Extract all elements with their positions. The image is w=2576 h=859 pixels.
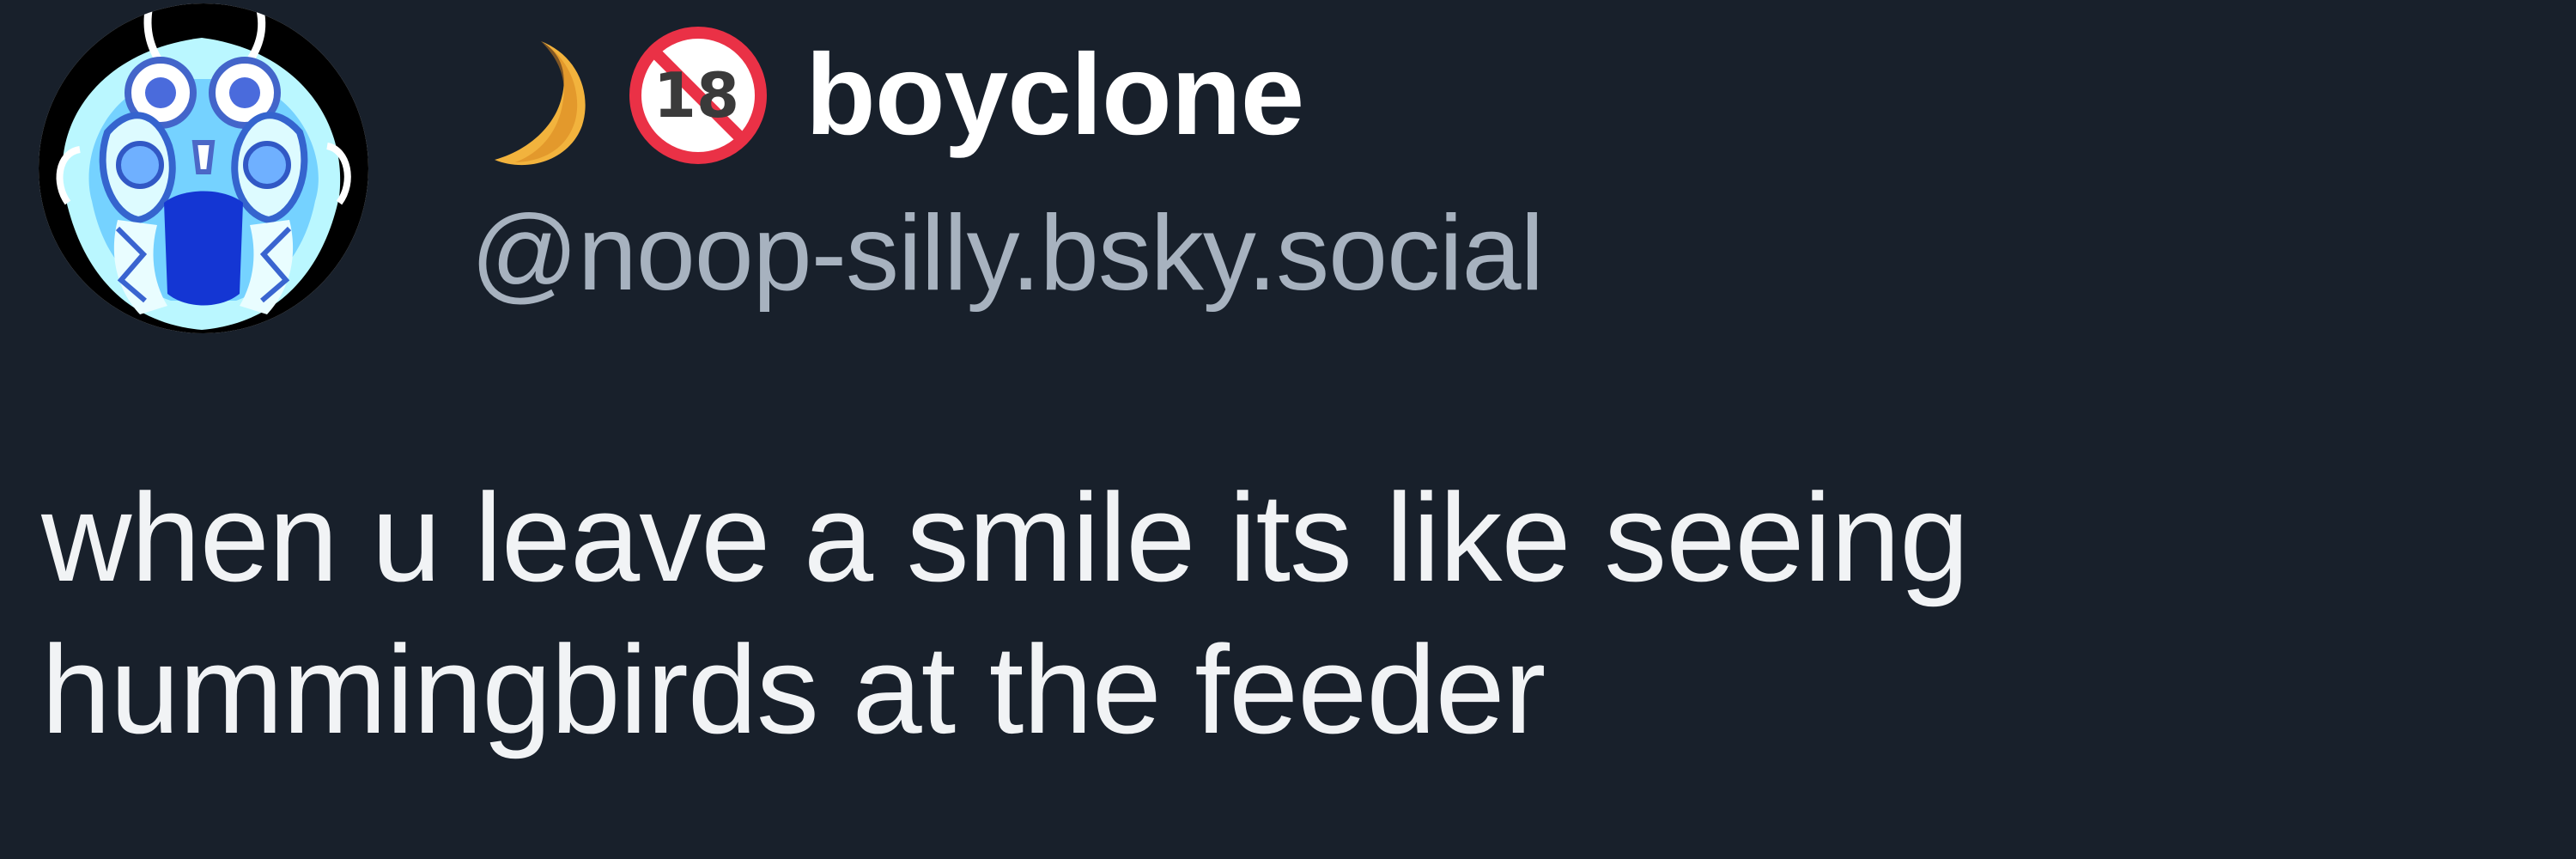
post-body-text: when u leave a smile its like seeing hum… [41, 467, 1969, 759]
author-handle[interactable]: @noop-silly.bsky.social [471, 200, 1544, 307]
avatar[interactable] [39, 3, 368, 333]
post-header: 18 boyclone @noop-silly.bsky.social [471, 7, 2026, 316]
post: 18 boyclone @noop-silly.bsky.social when… [0, 0, 2576, 859]
age-restriction-number: 18 [653, 59, 739, 131]
no-under-18-icon: 18 [629, 27, 767, 164]
author-display-name[interactable]: boyclone [805, 38, 1304, 153]
author-name-row: 18 boyclone [481, 14, 1304, 177]
anime-avatar-icon [39, 3, 368, 333]
crescent-moon-icon [495, 41, 586, 166]
